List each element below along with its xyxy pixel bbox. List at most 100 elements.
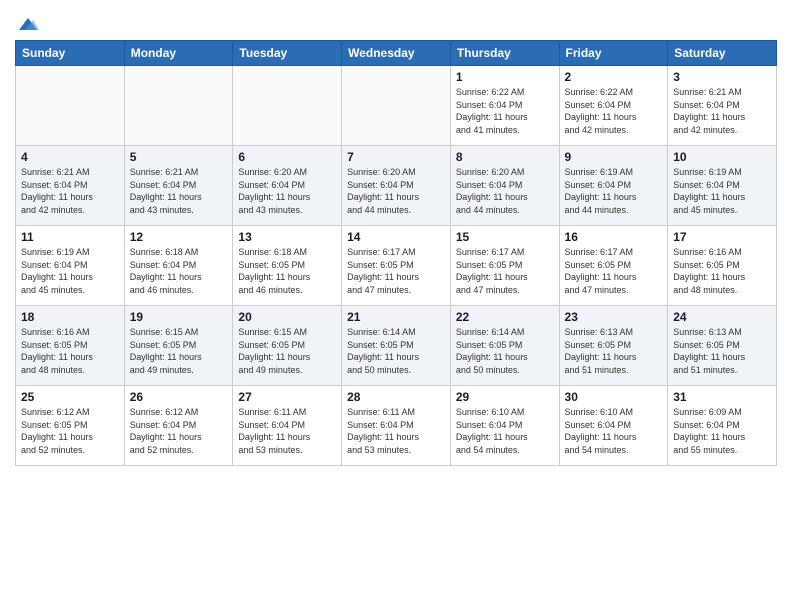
day-info: Sunrise: 6:22 AM Sunset: 6:04 PM Dayligh… xyxy=(456,86,554,136)
calendar-cell: 8 Sunrise: 6:20 AM Sunset: 6:04 PM Daylig… xyxy=(450,146,559,226)
calendar-cell: 19 Sunrise: 6:15 AM Sunset: 6:05 PM Dayli… xyxy=(124,306,233,386)
calendar-cell: 1 Sunrise: 6:22 AM Sunset: 6:04 PM Daylig… xyxy=(450,66,559,146)
calendar-cell: 25 Sunrise: 6:12 AM Sunset: 6:05 PM Dayli… xyxy=(16,386,125,466)
calendar-cell: 24Sunrise: 6:13 AM Sunset: 6:05 PM Dayli… xyxy=(668,306,777,386)
day-info: Sunrise: 6:20 AM Sunset: 6:04 PM Dayligh… xyxy=(347,166,445,216)
logo xyxy=(15,16,39,34)
day-number: 7 xyxy=(347,150,445,164)
calendar-cell: 30 Sunrise: 6:10 AM Sunset: 6:04 PM Dayli… xyxy=(559,386,668,466)
day-number: 1 xyxy=(456,70,554,84)
day-info: Sunrise: 6:09 AM Sunset: 6:04 PM Dayligh… xyxy=(673,406,771,456)
weekday-header-row: SundayMondayTuesdayWednesdayThursdayFrid… xyxy=(16,41,777,66)
day-number: 30 xyxy=(565,390,663,404)
day-info: Sunrise: 6:12 AM Sunset: 6:05 PM Dayligh… xyxy=(21,406,119,456)
day-number: 22 xyxy=(456,310,554,324)
day-info: Sunrise: 6:21 AM Sunset: 6:04 PM Dayligh… xyxy=(130,166,228,216)
day-number: 8 xyxy=(456,150,554,164)
calendar-cell: 26 Sunrise: 6:12 AM Sunset: 6:04 PM Dayli… xyxy=(124,386,233,466)
calendar-cell: 15Sunrise: 6:17 AM Sunset: 6:05 PM Dayli… xyxy=(450,226,559,306)
calendar-cell: 11 Sunrise: 6:19 AM Sunset: 6:04 PM Dayli… xyxy=(16,226,125,306)
calendar-cell: 12 Sunrise: 6:18 AM Sunset: 6:04 PM Dayli… xyxy=(124,226,233,306)
day-number: 13 xyxy=(238,230,336,244)
week-row-4: 18Sunrise: 6:16 AM Sunset: 6:05 PM Dayli… xyxy=(16,306,777,386)
day-info: Sunrise: 6:20 AM Sunset: 6:04 PM Dayligh… xyxy=(456,166,554,216)
calendar-cell: 10 Sunrise: 6:19 AM Sunset: 6:04 PM Dayli… xyxy=(668,146,777,226)
calendar-cell: 20Sunrise: 6:15 AM Sunset: 6:05 PM Dayli… xyxy=(233,306,342,386)
day-info: Sunrise: 6:21 AM Sunset: 6:04 PM Dayligh… xyxy=(21,166,119,216)
day-number: 31 xyxy=(673,390,771,404)
weekday-header-monday: Monday xyxy=(124,41,233,66)
day-number: 12 xyxy=(130,230,228,244)
day-number: 2 xyxy=(565,70,663,84)
day-number: 27 xyxy=(238,390,336,404)
day-info: Sunrise: 6:20 AM Sunset: 6:04 PM Dayligh… xyxy=(238,166,336,216)
logo-icon xyxy=(17,16,39,34)
day-info: Sunrise: 6:16 AM Sunset: 6:05 PM Dayligh… xyxy=(673,246,771,296)
calendar-cell: 7 Sunrise: 6:20 AM Sunset: 6:04 PM Daylig… xyxy=(342,146,451,226)
calendar-cell: 2 Sunrise: 6:22 AM Sunset: 6:04 PM Daylig… xyxy=(559,66,668,146)
day-info: Sunrise: 6:17 AM Sunset: 6:05 PM Dayligh… xyxy=(347,246,445,296)
day-info: Sunrise: 6:12 AM Sunset: 6:04 PM Dayligh… xyxy=(130,406,228,456)
day-info: Sunrise: 6:17 AM Sunset: 6:05 PM Dayligh… xyxy=(456,246,554,296)
calendar-cell: 6 Sunrise: 6:20 AM Sunset: 6:04 PM Daylig… xyxy=(233,146,342,226)
day-info: Sunrise: 6:18 AM Sunset: 6:05 PM Dayligh… xyxy=(238,246,336,296)
day-info: Sunrise: 6:19 AM Sunset: 6:04 PM Dayligh… xyxy=(565,166,663,216)
header xyxy=(15,10,777,34)
day-number: 6 xyxy=(238,150,336,164)
weekday-header-tuesday: Tuesday xyxy=(233,41,342,66)
calendar-cell: 16Sunrise: 6:17 AM Sunset: 6:05 PM Dayli… xyxy=(559,226,668,306)
calendar-cell: 14Sunrise: 6:17 AM Sunset: 6:05 PM Dayli… xyxy=(342,226,451,306)
weekday-header-wednesday: Wednesday xyxy=(342,41,451,66)
day-number: 9 xyxy=(565,150,663,164)
calendar-cell: 3 Sunrise: 6:21 AM Sunset: 6:04 PM Daylig… xyxy=(668,66,777,146)
calendar-cell: 5 Sunrise: 6:21 AM Sunset: 6:04 PM Daylig… xyxy=(124,146,233,226)
weekday-header-sunday: Sunday xyxy=(16,41,125,66)
day-info: Sunrise: 6:21 AM Sunset: 6:04 PM Dayligh… xyxy=(673,86,771,136)
day-number: 19 xyxy=(130,310,228,324)
day-info: Sunrise: 6:10 AM Sunset: 6:04 PM Dayligh… xyxy=(565,406,663,456)
day-info: Sunrise: 6:10 AM Sunset: 6:04 PM Dayligh… xyxy=(456,406,554,456)
calendar-cell: 28 Sunrise: 6:11 AM Sunset: 6:04 PM Dayli… xyxy=(342,386,451,466)
weekday-header-saturday: Saturday xyxy=(668,41,777,66)
calendar-table: SundayMondayTuesdayWednesdayThursdayFrid… xyxy=(15,40,777,466)
day-info: Sunrise: 6:13 AM Sunset: 6:05 PM Dayligh… xyxy=(565,326,663,376)
calendar-cell: 27 Sunrise: 6:11 AM Sunset: 6:04 PM Dayli… xyxy=(233,386,342,466)
calendar-cell: 18Sunrise: 6:16 AM Sunset: 6:05 PM Dayli… xyxy=(16,306,125,386)
day-number: 5 xyxy=(130,150,228,164)
day-info: Sunrise: 6:16 AM Sunset: 6:05 PM Dayligh… xyxy=(21,326,119,376)
day-number: 17 xyxy=(673,230,771,244)
calendar-cell: 31 Sunrise: 6:09 AM Sunset: 6:04 PM Dayli… xyxy=(668,386,777,466)
calendar-cell xyxy=(124,66,233,146)
day-number: 23 xyxy=(565,310,663,324)
calendar-cell: 13 Sunrise: 6:18 AM Sunset: 6:05 PM Dayli… xyxy=(233,226,342,306)
day-number: 28 xyxy=(347,390,445,404)
calendar-cell xyxy=(233,66,342,146)
day-number: 21 xyxy=(347,310,445,324)
calendar-cell: 23 Sunrise: 6:13 AM Sunset: 6:05 PM Dayli… xyxy=(559,306,668,386)
day-info: Sunrise: 6:22 AM Sunset: 6:04 PM Dayligh… xyxy=(565,86,663,136)
day-info: Sunrise: 6:11 AM Sunset: 6:04 PM Dayligh… xyxy=(238,406,336,456)
weekday-header-friday: Friday xyxy=(559,41,668,66)
day-number: 11 xyxy=(21,230,119,244)
calendar-cell: 17 Sunrise: 6:16 AM Sunset: 6:05 PM Dayli… xyxy=(668,226,777,306)
day-info: Sunrise: 6:14 AM Sunset: 6:05 PM Dayligh… xyxy=(347,326,445,376)
day-info: Sunrise: 6:19 AM Sunset: 6:04 PM Dayligh… xyxy=(673,166,771,216)
day-number: 26 xyxy=(130,390,228,404)
calendar-cell xyxy=(342,66,451,146)
day-info: Sunrise: 6:18 AM Sunset: 6:04 PM Dayligh… xyxy=(130,246,228,296)
week-row-5: 25 Sunrise: 6:12 AM Sunset: 6:05 PM Dayli… xyxy=(16,386,777,466)
day-info: Sunrise: 6:15 AM Sunset: 6:05 PM Dayligh… xyxy=(130,326,228,376)
day-number: 3 xyxy=(673,70,771,84)
calendar-cell: 29 Sunrise: 6:10 AM Sunset: 6:04 PM Dayli… xyxy=(450,386,559,466)
day-info: Sunrise: 6:11 AM Sunset: 6:04 PM Dayligh… xyxy=(347,406,445,456)
day-number: 20 xyxy=(238,310,336,324)
weekday-header-thursday: Thursday xyxy=(450,41,559,66)
day-number: 29 xyxy=(456,390,554,404)
calendar-cell xyxy=(16,66,125,146)
day-number: 25 xyxy=(21,390,119,404)
day-number: 10 xyxy=(673,150,771,164)
day-number: 24 xyxy=(673,310,771,324)
calendar-cell: 22 Sunrise: 6:14 AM Sunset: 6:05 PM Dayli… xyxy=(450,306,559,386)
day-info: Sunrise: 6:14 AM Sunset: 6:05 PM Dayligh… xyxy=(456,326,554,376)
day-info: Sunrise: 6:19 AM Sunset: 6:04 PM Dayligh… xyxy=(21,246,119,296)
